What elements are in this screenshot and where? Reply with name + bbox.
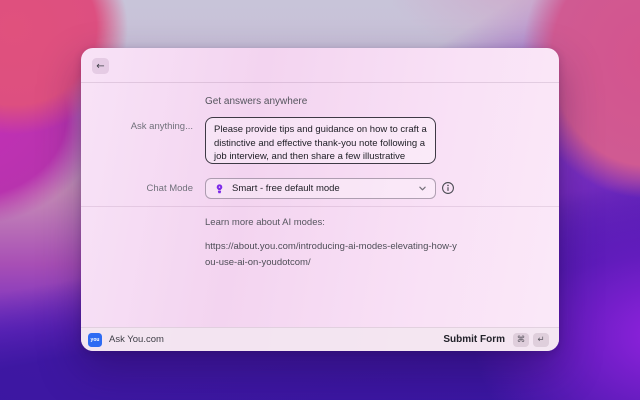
ask-anything-label: Ask anything... bbox=[130, 121, 193, 132]
command-key-icon: ⌘ bbox=[513, 332, 529, 347]
info-section: Learn more about AI modes: https://about… bbox=[81, 207, 559, 326]
brand-label: Ask You.com bbox=[109, 334, 164, 345]
lightbulb-icon bbox=[216, 184, 223, 194]
submit-form-button[interactable]: Submit Form bbox=[443, 334, 505, 345]
chat-mode-dropdown[interactable]: Smart - free default mode bbox=[205, 178, 436, 199]
chat-mode-label: Chat Mode bbox=[146, 183, 193, 194]
ask-anything-value: Please provide tips and guidance on how … bbox=[214, 124, 427, 162]
youcom-logo: you bbox=[88, 332, 102, 347]
chat-mode-selected-value: Smart - free default mode bbox=[232, 183, 340, 194]
ai-modes-url: https://about.you.com/introducing-ai-mod… bbox=[205, 241, 457, 268]
back-button[interactable]: ← bbox=[92, 58, 109, 74]
window-header: ← bbox=[81, 48, 559, 83]
learn-more-text: Learn more about AI modes: bbox=[205, 217, 325, 228]
form-section: Get answers anywhere Ask anything... Ple… bbox=[81, 83, 559, 207]
chevron-down-icon bbox=[419, 186, 426, 191]
text-caret bbox=[238, 164, 239, 165]
ask-anything-textarea[interactable]: Please provide tips and guidance on how … bbox=[205, 117, 436, 164]
return-key-icon: ↵ bbox=[533, 332, 549, 347]
form-heading: Get answers anywhere bbox=[205, 96, 308, 107]
window-footer: you Ask You.com Submit Form ⌘ ↵ bbox=[81, 327, 559, 351]
info-icon[interactable] bbox=[441, 181, 455, 195]
quick-form-window: ← Get answers anywhere Ask anything... P… bbox=[81, 48, 559, 351]
back-arrow-icon: ← bbox=[96, 60, 105, 72]
